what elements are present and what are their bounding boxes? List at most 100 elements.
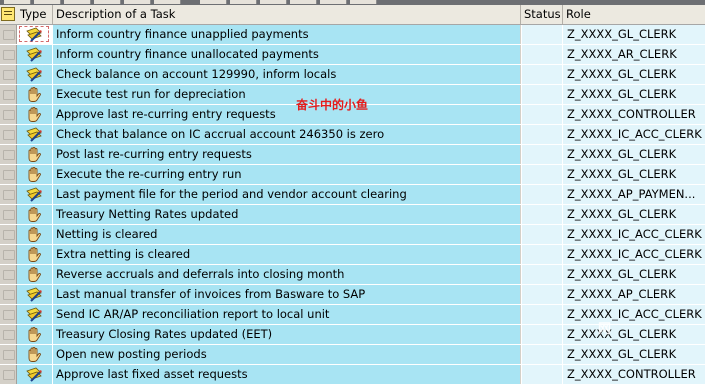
table-row[interactable]: Post last re-curring entry requests Z_XXX… [0, 145, 705, 165]
edit-task-icon[interactable] [26, 67, 43, 82]
task-status[interactable] [521, 365, 563, 384]
task-role[interactable]: Z_XXXX_IC_ACC_CLERK [563, 125, 705, 144]
task-role[interactable]: Z_XXXX_GL_CLERK [563, 85, 705, 104]
task-description[interactable]: Reverse accruals and deferrals into clos… [53, 265, 520, 284]
task-description[interactable]: Treasury Closing Rates updated (EET) [53, 325, 520, 344]
task-role[interactable]: Z_XXXX_GL_CLERK [563, 345, 705, 364]
table-row[interactable]: Last manual transfer of invoices from Ba… [0, 285, 705, 305]
type-cell[interactable] [17, 245, 53, 264]
type-cell[interactable] [17, 345, 53, 364]
task-status[interactable] [521, 245, 563, 264]
row-selector[interactable] [0, 85, 17, 104]
edit-task-icon[interactable] [26, 27, 43, 42]
task-status[interactable] [521, 205, 563, 224]
table-row[interactable]: Execute the re-curring entry run Z_XXXX_G… [0, 165, 705, 185]
task-description[interactable]: Check balance on account 129990, inform … [53, 65, 520, 84]
row-selector[interactable] [0, 205, 17, 224]
row-selector[interactable] [0, 45, 17, 64]
task-status[interactable] [521, 65, 563, 84]
hand-task-icon[interactable] [26, 247, 43, 262]
row-selector[interactable] [0, 105, 17, 124]
select-all-icon[interactable] [1, 7, 15, 21]
type-cell[interactable] [17, 185, 53, 204]
task-description[interactable]: Treasury Netting Rates updated [53, 205, 520, 224]
row-selector[interactable] [0, 25, 17, 44]
edit-task-icon[interactable] [26, 47, 43, 62]
toolbar-button[interactable] [200, 0, 227, 4]
task-status[interactable] [521, 325, 563, 344]
task-description[interactable]: Execute test run for depreciation [53, 85, 520, 104]
edit-task-icon[interactable] [26, 367, 43, 382]
toolbar-button[interactable] [260, 0, 287, 4]
task-status[interactable] [521, 85, 563, 104]
task-description[interactable]: Open new posting periods [53, 345, 520, 364]
task-description[interactable]: Approve last re-curring entry requests [53, 105, 520, 124]
task-role[interactable]: Z_XXXX_CONTROLLER [563, 105, 705, 124]
row-selector[interactable] [0, 265, 17, 284]
row-selector[interactable] [0, 245, 17, 264]
table-row[interactable]: Open new posting periods Z_XXXX_GL_CLERK [0, 345, 705, 365]
task-description[interactable]: Check that balance on IC accrual account… [53, 125, 520, 144]
row-selector[interactable] [0, 125, 17, 144]
table-row[interactable]: Treasury Netting Rates updated Z_XXXX_GL_… [0, 205, 705, 225]
toolbar-button[interactable] [320, 0, 347, 4]
task-status[interactable] [521, 145, 563, 164]
type-cell[interactable] [17, 45, 53, 64]
task-description[interactable]: Send IC AR/AP reconciliation report to l… [53, 305, 520, 324]
row-selector[interactable] [0, 225, 17, 244]
hand-task-icon[interactable] [26, 107, 43, 122]
toolbar-button[interactable] [290, 0, 317, 4]
task-status[interactable] [521, 45, 563, 64]
row-selector[interactable] [0, 365, 17, 384]
task-role[interactable]: Z_XXXX_AP_CLERK [563, 285, 705, 304]
column-header-type[interactable]: Type [17, 5, 53, 24]
task-description[interactable]: Execute the re-curring entry run [53, 165, 520, 184]
table-row[interactable]: Last payment file for the period and ven… [0, 185, 705, 205]
task-status[interactable] [521, 285, 563, 304]
type-cell[interactable] [17, 25, 53, 44]
toolbar-button[interactable] [34, 0, 61, 4]
hand-task-icon[interactable] [26, 347, 43, 362]
hand-task-icon[interactable] [26, 87, 43, 102]
task-description[interactable]: Post last re-curring entry requests [53, 145, 520, 164]
task-description[interactable]: Last manual transfer of invoices from Ba… [53, 285, 520, 304]
row-selector[interactable] [0, 165, 17, 184]
task-status[interactable] [521, 165, 563, 184]
toolbar-button[interactable] [230, 0, 257, 4]
hand-task-icon[interactable] [26, 207, 43, 222]
row-selector[interactable] [0, 305, 17, 324]
type-cell[interactable] [17, 225, 53, 244]
task-status[interactable] [521, 305, 563, 324]
table-row[interactable]: Approve last fixed asset requests Z_XXXX_… [0, 365, 705, 385]
task-description[interactable]: Inform country finance unallocated payme… [53, 45, 520, 64]
task-role[interactable]: Z_XXXX_IC_ACC_CLERK [563, 245, 705, 264]
task-status[interactable] [521, 125, 563, 144]
task-role[interactable]: Z_XXXX_GL_CLERK [563, 25, 705, 44]
toolbar-button[interactable] [64, 0, 91, 4]
type-cell[interactable] [17, 285, 53, 304]
task-description[interactable]: Last payment file for the period and ven… [53, 185, 520, 204]
task-role[interactable]: Z_XXXX_GL_CLERK [563, 65, 705, 84]
row-selector[interactable] [0, 285, 17, 304]
row-selector[interactable] [0, 185, 17, 204]
column-header-role[interactable]: Role [563, 5, 705, 24]
edit-task-icon[interactable] [26, 307, 43, 322]
table-row[interactable]: Check balance on account 129990, inform … [0, 65, 705, 85]
task-status[interactable] [521, 265, 563, 284]
row-selector[interactable] [0, 145, 17, 164]
task-description[interactable]: Netting is cleared [53, 225, 520, 244]
task-role[interactable]: Z_XXXX_AP_PAYMEN... [563, 185, 705, 204]
type-cell[interactable] [17, 325, 53, 344]
edit-task-icon[interactable] [26, 287, 43, 302]
toolbar-button[interactable] [124, 0, 151, 4]
task-role[interactable]: Z_XXXX_GL_CLERK [563, 325, 705, 344]
row-selector[interactable] [0, 325, 17, 344]
type-cell[interactable] [17, 105, 53, 124]
task-status[interactable] [521, 225, 563, 244]
toolbar-button[interactable] [154, 0, 181, 4]
column-header-status[interactable]: Status [521, 5, 563, 24]
table-row[interactable]: Netting is cleared Z_XXXX_IC_ACC_CLERK [0, 225, 705, 245]
task-status[interactable] [521, 105, 563, 124]
task-description[interactable]: Approve last fixed asset requests [53, 365, 520, 384]
table-row[interactable]: Check that balance on IC accrual account… [0, 125, 705, 145]
